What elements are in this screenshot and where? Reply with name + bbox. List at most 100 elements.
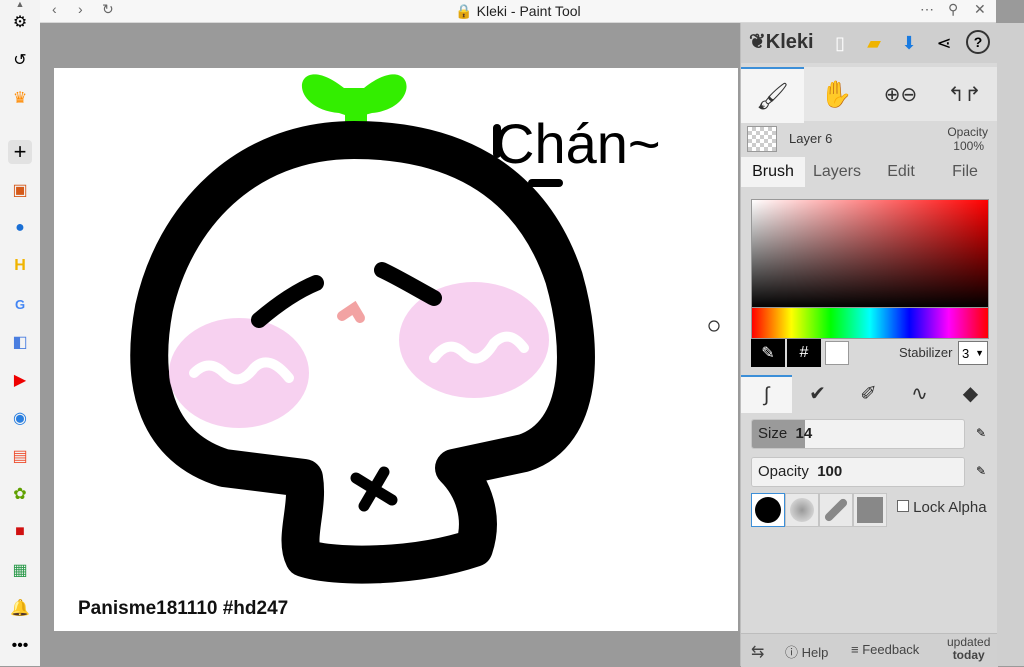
line-tip-button[interactable]: [819, 493, 853, 527]
chevron-down-icon: ▼: [975, 348, 985, 358]
hand-tool-button[interactable]: ✋: [805, 67, 868, 121]
eyedropper-icon[interactable]: ✎: [751, 339, 785, 367]
feedback-icon: ≡: [851, 642, 859, 657]
sketchy-brush-button[interactable]: ✐: [843, 375, 894, 411]
right-edge-strip: [997, 23, 1024, 666]
soft-tip-icon: [790, 498, 814, 522]
lazada-icon[interactable]: ✿: [8, 482, 32, 506]
current-layer-row[interactable]: Layer 6 Opacity 100%: [741, 123, 998, 157]
smudge-brush-button[interactable]: ∿: [894, 375, 945, 411]
tab-brush[interactable]: Brush: [741, 157, 805, 187]
hue-slider[interactable]: [751, 307, 989, 339]
share-icon[interactable]: ⋖: [931, 30, 957, 56]
opacity-slider[interactable]: Opacity 100: [751, 457, 965, 487]
undo-redo-button[interactable]: ↰↱: [933, 67, 996, 121]
hex-input-button[interactable]: #: [787, 339, 821, 367]
translate-icon[interactable]: ◧: [8, 330, 32, 354]
help-link[interactable]: ⓘ Help: [785, 642, 828, 661]
opacity-label: Opacity 100: [758, 463, 843, 480]
left-eye: [251, 275, 324, 328]
size-slider[interactable]: Size 14: [751, 419, 965, 449]
shopee-icon[interactable]: ▤: [8, 444, 32, 468]
notification-bell-icon[interactable]: 🔔: [8, 596, 32, 620]
more-icon[interactable]: ⋯: [920, 1, 934, 18]
lock-alpha-toggle[interactable]: Lock Alpha: [897, 499, 987, 516]
kleki-app-icon[interactable]: ●: [8, 216, 32, 240]
tiki-icon[interactable]: ■: [8, 520, 32, 544]
google-icon[interactable]: G: [8, 292, 32, 316]
add-icon[interactable]: +: [8, 139, 32, 164]
square-tip-icon: [857, 497, 883, 523]
close-icon[interactable]: ✕: [974, 1, 986, 18]
logo-icon: ❦: [749, 31, 766, 53]
sketchy-brush-icon: ✐: [860, 382, 877, 405]
panel-header: ❦Kleki ▯ ▰ ⬇ ⋖ ?: [741, 23, 998, 63]
size-pressure-icon[interactable]: ✎: [971, 423, 991, 443]
brush-icon: 🖌: [755, 80, 789, 111]
drawing-art: Chán~: [130, 74, 720, 584]
sheets-icon[interactable]: ▦: [8, 558, 32, 582]
kleki-logo[interactable]: ❦Kleki: [749, 29, 814, 54]
round-hard-tip-button[interactable]: [751, 493, 785, 527]
pen-brush-button[interactable]: ∫: [741, 375, 792, 413]
help-icon: ⓘ: [785, 645, 799, 660]
swap-icon[interactable]: ⇆: [751, 642, 764, 662]
lock-icon: 🔒: [455, 3, 473, 19]
zoom-in-out-icon: ⊕⊖: [883, 83, 918, 106]
color-saturation-picker[interactable]: [751, 199, 989, 309]
youtube-icon[interactable]: ▶: [8, 368, 32, 392]
brush-shape-row: Lock Alpha: [751, 493, 997, 529]
nose: [337, 300, 365, 323]
stabilizer-label: Stabilizer: [899, 345, 953, 360]
updated-status[interactable]: updated today: [947, 636, 990, 662]
title-bar: ‹ › ↻ 🔒 Kleki - Paint Tool ⋯ ⚲ ✕: [40, 0, 996, 23]
zoom-button[interactable]: ⊕⊖: [869, 67, 932, 121]
more-dots-icon[interactable]: •••: [8, 634, 32, 658]
layer-opacity-label: Opacity: [947, 125, 988, 139]
drawing-canvas[interactable]: Chán~ Panisme181110 #hd247: [54, 68, 738, 631]
help-circle-icon[interactable]: ?: [966, 30, 990, 54]
color-tools-row: ✎ # Stabilizer 3 ▼: [751, 339, 997, 367]
opacity-pressure-icon[interactable]: ✎: [971, 461, 991, 481]
history-icon[interactable]: ↺: [8, 48, 32, 72]
h-app-icon[interactable]: H: [8, 254, 32, 278]
browser-sidebar: ▲ ⚙ ↺ ♛ + ▣ ● H G ◧ ▶ ◉ ▤ ✿ ■ ▦ 🔔 •••: [0, 0, 41, 666]
smudge-brush-icon: ∿: [911, 382, 928, 405]
tab-edit[interactable]: Edit: [869, 157, 933, 187]
pin-icon[interactable]: ⚲: [948, 1, 958, 18]
eraser-button[interactable]: ◆: [945, 375, 996, 411]
scroll-up-icon[interactable]: ▲: [8, 0, 32, 9]
pen-brush-icon: ∫: [763, 383, 770, 406]
blend-brush-icon: ✔: [809, 382, 826, 405]
stabilizer-select[interactable]: 3 ▼: [958, 341, 988, 365]
tool-row: 🖌 ✋ ⊕⊖ ↰↱: [741, 67, 998, 123]
new-file-icon[interactable]: ▯: [827, 30, 853, 56]
undo-redo-icon: ↰↱: [947, 83, 982, 106]
secondary-color-swatch[interactable]: [825, 341, 849, 365]
feedback-link[interactable]: ≡ Feedback: [851, 642, 919, 657]
handwritten-text: Chán~: [494, 112, 661, 175]
download-icon[interactable]: ⬇: [896, 30, 922, 56]
layer-name: Layer 6: [789, 131, 833, 146]
brush-type-row: ∫ ✔ ✐ ∿ ◆: [741, 375, 998, 413]
shield-app-icon[interactable]: ▣: [8, 178, 32, 202]
brush-tool-button[interactable]: 🖌: [741, 67, 804, 123]
tab-layers[interactable]: Layers: [805, 157, 869, 187]
brush-cursor: [708, 320, 720, 332]
size-label: Size 14: [758, 425, 813, 442]
right-eye: [374, 262, 442, 306]
window-title: 🔒 Kleki - Paint Tool: [455, 3, 581, 19]
settings-gear-icon[interactable]: ⚙: [8, 10, 32, 34]
panel-tabs: Brush Layers Edit File: [741, 157, 998, 187]
tab-file[interactable]: File: [933, 157, 997, 187]
soft-tip-button[interactable]: [785, 493, 819, 527]
lock-alpha-checkbox[interactable]: [897, 500, 909, 512]
crown-icon[interactable]: ♛: [8, 86, 32, 110]
messenger-icon[interactable]: ◉: [8, 406, 32, 430]
layer-thumbnail: [747, 126, 777, 152]
blend-brush-button[interactable]: ✔: [792, 375, 843, 411]
panel-footer: ⇆ ⓘ Help ≡ Feedback updated today: [741, 633, 998, 667]
tool-panel: ❦Kleki ▯ ▰ ⬇ ⋖ ? 🖌 ✋ ⊕⊖ ↰↱ Layer 6 Opaci…: [740, 23, 998, 667]
square-tip-button[interactable]: [853, 493, 887, 527]
open-folder-icon[interactable]: ▰: [861, 30, 887, 56]
